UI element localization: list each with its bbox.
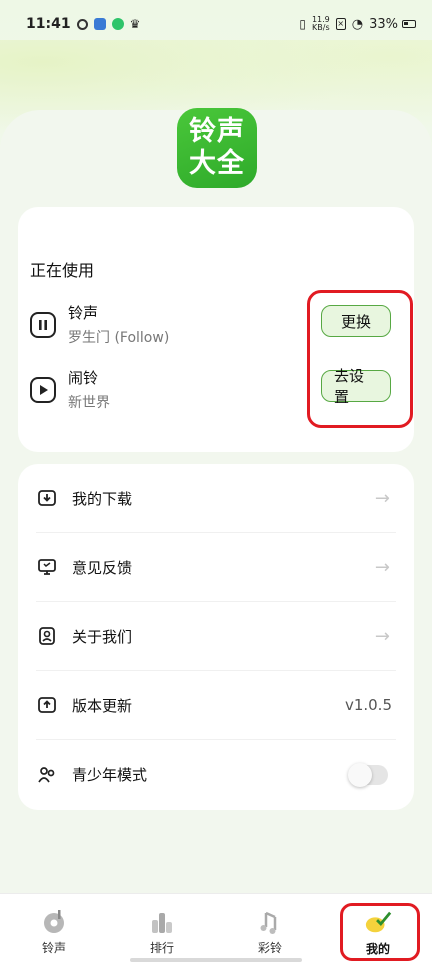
- settings-menu-card: 我的下载 → 意见反馈 → 关于我们 → 版本更新 v1.0.5 青少年模式: [18, 464, 414, 810]
- annotation-highlight: [307, 290, 413, 428]
- battery-icon: [402, 20, 416, 28]
- arrow-right-icon: →: [374, 487, 390, 509]
- ringtone-row: 铃声 罗生门 (Follow): [30, 302, 169, 347]
- tab-label-color-ring: 彩铃: [257, 941, 282, 955]
- home-indicator: [130, 958, 302, 962]
- ranking-bars-icon: [148, 908, 176, 935]
- play-icon[interactable]: [30, 376, 56, 403]
- app-notification-icon: [93, 18, 106, 30]
- clock: 11:41: [26, 16, 71, 32]
- tab-label-ringtone: 铃声: [41, 941, 66, 955]
- menu-label-downloads: 我的下载: [72, 489, 133, 508]
- arrow-right-icon: →: [374, 625, 390, 647]
- annotation-highlight-tab: [340, 903, 420, 961]
- tab-ranking[interactable]: 排行: [132, 908, 192, 956]
- crown-icon: ♛: [129, 17, 141, 31]
- music-notes-icon: [256, 908, 284, 935]
- version-number: v1.0.5: [344, 696, 392, 714]
- ringtone-name: 罗生门 (Follow): [68, 330, 170, 346]
- menu-item-update[interactable]: 版本更新 v1.0.5: [36, 671, 396, 740]
- teen-mode-toggle[interactable]: [348, 762, 388, 787]
- network-speed: 11.9 KB/s: [311, 15, 330, 32]
- alarm-label: 闹铃: [68, 369, 99, 387]
- alarm-row: 闹铃 新世界: [30, 367, 110, 412]
- menu-label-feedback: 意见反馈: [72, 558, 133, 577]
- download-icon: [36, 487, 58, 509]
- vinyl-disc-icon: [40, 908, 68, 935]
- app-logo: 铃声 大全: [177, 108, 257, 188]
- alarm-name: 新世界: [68, 395, 110, 411]
- fan-icon: [76, 18, 88, 30]
- upload-icon: [36, 694, 58, 716]
- menu-label-update: 版本更新: [72, 696, 133, 715]
- menu-item-feedback[interactable]: 意见反馈 →: [36, 533, 396, 602]
- sim-icon: ×: [335, 18, 346, 30]
- now-using-title: 正在使用: [30, 261, 95, 280]
- arrow-right-icon: →: [374, 556, 390, 578]
- tab-color-ring[interactable]: 彩铃: [240, 908, 300, 956]
- ringtone-label: 铃声: [68, 304, 99, 322]
- menu-item-about[interactable]: 关于我们 →: [36, 602, 396, 671]
- users-icon: [36, 764, 58, 786]
- menu-item-downloads[interactable]: 我的下载 →: [36, 464, 396, 533]
- vibrate-icon: ▯: [299, 17, 306, 31]
- tab-label-ranking: 排行: [149, 941, 174, 955]
- battery: 33%: [369, 17, 416, 32]
- about-us-icon: [36, 625, 58, 647]
- now-using-card: 正在使用 铃声 罗生门 (Follow) 闹铃 新世界 更换 去设置: [18, 207, 414, 452]
- app-notification-icon-2: [111, 18, 124, 30]
- pause-icon[interactable]: [30, 311, 56, 338]
- wifi-icon: ◔: [351, 16, 364, 32]
- menu-label-about: 关于我们: [72, 627, 133, 646]
- feedback-icon: [36, 556, 58, 578]
- menu-item-teen-mode: 青少年模式: [36, 740, 396, 809]
- menu-label-teen-mode: 青少年模式: [72, 766, 148, 784]
- tab-ringtone[interactable]: 铃声: [24, 908, 84, 956]
